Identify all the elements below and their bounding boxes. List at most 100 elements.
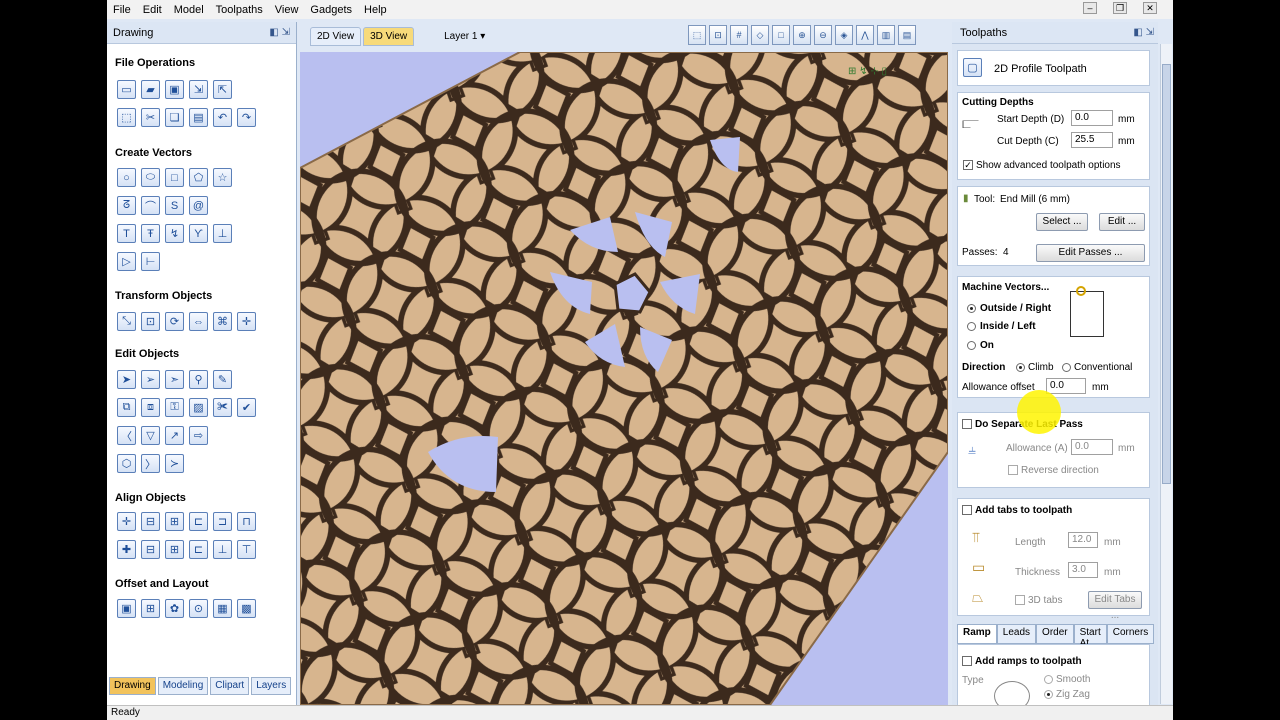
dimension-tool-icon[interactable]: ⊢ (141, 252, 160, 271)
distribute-v-icon[interactable]: ⊥ (213, 540, 232, 559)
climb-radio[interactable] (1016, 363, 1025, 372)
save-icon[interactable]: ▣ (165, 80, 184, 99)
polyline-icon[interactable]: ᘔ (117, 196, 136, 215)
transform-pointer-icon[interactable]: ➣ (165, 370, 184, 389)
zoom-in-icon[interactable]: ⊕ (793, 25, 811, 45)
view-iso-icon[interactable]: ◇ (751, 25, 769, 45)
undo-icon[interactable]: ↶ (213, 108, 232, 127)
array-copy-icon[interactable]: ⊞ (141, 599, 160, 618)
block-copy-icon[interactable]: ▦ (213, 599, 232, 618)
toolpaths-scrollbar[interactable] (1160, 44, 1172, 704)
pin-icon[interactable]: ◧ ⇲ (1133, 27, 1154, 38)
redo-icon[interactable]: ↷ (237, 108, 256, 127)
paste-icon[interactable]: ▤ (189, 108, 208, 127)
tab-ramp[interactable]: Ramp (957, 624, 997, 644)
tab-modeling[interactable]: Modeling (157, 677, 209, 695)
text-box-icon[interactable]: Ŧ (141, 224, 160, 243)
align-middle-icon[interactable]: ⊟ (141, 512, 160, 531)
scrollbar-thumb[interactable] (1162, 64, 1171, 484)
text-on-curve-icon[interactable]: ↯ (165, 224, 184, 243)
align-vcenter-icon[interactable]: ⊞ (165, 512, 184, 531)
add-tabs-checkbox[interactable] (962, 505, 972, 515)
tab-3d-view[interactable]: 3D View (363, 26, 415, 46)
zoom-box-icon[interactable]: ⬚ (688, 25, 706, 45)
import-icon[interactable]: ⇲ (189, 80, 208, 99)
offset-shape-icon[interactable]: ⬡ (117, 454, 136, 473)
fillet-icon[interactable]: ✔ (237, 398, 256, 417)
layout-view-icon[interactable]: ▤ (898, 25, 916, 45)
cut-icon[interactable]: ✂ (141, 108, 160, 127)
open-folder-icon[interactable]: ▰ (141, 80, 160, 99)
edit-tabs-button[interactable]: Edit Tabs ... (1088, 591, 1142, 621)
shaded-view-icon[interactable]: ◈ (835, 25, 853, 45)
align-center-icon[interactable]: ✛ (237, 312, 256, 331)
align-center-icon[interactable]: ✛ (117, 512, 136, 531)
arc-icon[interactable]: ⌒ (141, 196, 160, 215)
copy-icon[interactable]: ❏ (165, 108, 184, 127)
curve-fit-icon[interactable]: ≻ (165, 454, 184, 473)
tab-leads[interactable]: Leads (996, 624, 1037, 644)
tab-2d-view[interactable]: 2D View (310, 26, 362, 46)
circular-array-icon[interactable]: ✿ (165, 599, 184, 618)
star-icon[interactable]: ☆ (213, 168, 232, 187)
weld-icon[interactable]: ▽ (141, 426, 160, 445)
cut-depth-input[interactable]: 25.5 (1071, 132, 1113, 148)
group-icon[interactable]: ⧉ (117, 398, 136, 417)
text-icon[interactable]: T (117, 224, 136, 243)
vcenter-icon[interactable]: ⊞ (165, 540, 184, 559)
zoom-out-icon[interactable]: ⊖ (814, 25, 832, 45)
center-page-icon[interactable]: ✚ (117, 540, 136, 559)
menu-help[interactable]: Help (364, 4, 387, 16)
bitmap-icon[interactable]: ▨ (189, 398, 208, 417)
3d-tabs-checkbox[interactable] (1015, 595, 1025, 605)
zigzag-radio[interactable] (1044, 690, 1053, 699)
tab-drawing[interactable]: Drawing (109, 677, 156, 695)
add-ramps-checkbox[interactable] (962, 656, 972, 666)
node-edit-icon[interactable]: ▷ (117, 252, 136, 271)
tab-order[interactable]: Order (1036, 624, 1074, 644)
rotate-icon[interactable]: ⟳ (165, 312, 184, 331)
length-input[interactable]: 12.0 (1068, 532, 1098, 548)
close-icon[interactable]: ✕ (1143, 2, 1157, 14)
toolpath-view-icon[interactable]: ⋀ (856, 25, 874, 45)
pointer-icon[interactable]: ➤ (117, 370, 136, 389)
spiral-icon[interactable]: @ (189, 196, 208, 215)
split-view-icon[interactable]: ▥ (877, 25, 895, 45)
tab-corners[interactable]: Corners (1106, 624, 1155, 644)
zoom-fit-icon[interactable]: ⊡ (709, 25, 727, 45)
minimize-icon[interactable]: – (1083, 2, 1097, 14)
edit-tool-button[interactable]: Edit ... (1099, 213, 1145, 231)
align-left-icon[interactable]: ⊏ (189, 512, 208, 531)
tab-clipart[interactable]: Clipart (210, 677, 250, 695)
reverse-direction-checkbox[interactable] (1008, 465, 1018, 475)
offset-icon[interactable]: ▣ (117, 599, 136, 618)
mirror-icon[interactable]: ⇔ (189, 312, 208, 331)
layer-selector[interactable]: Layer 1 ▾ (444, 31, 485, 42)
interactive-trim-icon[interactable]: ⚲ (189, 370, 208, 389)
menu-toolpaths[interactable]: Toolpaths (216, 4, 263, 16)
allowance-a-input[interactable]: 0.0 (1071, 439, 1113, 455)
grid-icon[interactable]: # (730, 25, 748, 45)
distort-icon[interactable]: ⌘ (213, 312, 232, 331)
menu-file[interactable]: File (113, 4, 131, 16)
select-icon[interactable]: ⬚ (117, 108, 136, 127)
hcenter-icon[interactable]: ⊟ (141, 540, 160, 559)
show-advanced-checkbox[interactable]: ✓ (963, 160, 973, 170)
inside-left-radio[interactable] (967, 322, 976, 331)
scissors-icon[interactable]: ✀ (213, 398, 232, 417)
extend-icon[interactable]: ↗ (165, 426, 184, 445)
lock-icon[interactable]: ⚿ (165, 398, 184, 417)
nesting-icon[interactable]: ⊙ (189, 599, 208, 618)
menu-model[interactable]: Model (174, 4, 204, 16)
restore-icon[interactable]: ❐ (1113, 2, 1127, 14)
merge-icon[interactable]: ⇨ (189, 426, 208, 445)
thickness-input[interactable]: 3.0 (1068, 562, 1098, 578)
3d-viewport[interactable]: ⊞ ↯ ⊹ ▯ (300, 52, 948, 705)
edit-passes-button[interactable]: Edit Passes ... (1036, 244, 1145, 262)
smooth-radio[interactable] (1044, 675, 1053, 684)
node-pointer-icon[interactable]: ➢ (141, 370, 160, 389)
distribute-h-icon[interactable]: ⊤ (237, 540, 256, 559)
separate-last-pass-checkbox[interactable] (962, 419, 972, 429)
curve-icon[interactable]: S (165, 196, 184, 215)
ellipse-icon[interactable]: ⬭ (141, 168, 160, 187)
